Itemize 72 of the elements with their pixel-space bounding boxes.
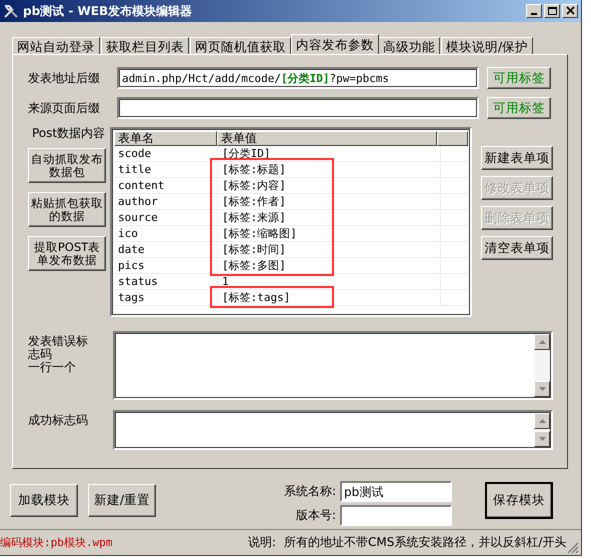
table-row[interactable]: author [标签:作者] xyxy=(114,194,468,210)
field-label: 版本号: xyxy=(295,507,336,524)
table-cell: ico xyxy=(114,226,218,241)
field-label: 成功标志码 xyxy=(28,414,89,427)
tab[interactable]: 网站自动登录 xyxy=(12,37,100,54)
action-button[interactable]: 提取POST表单发布数据 xyxy=(28,236,106,271)
action-button[interactable]: 加载模块 xyxy=(10,484,78,517)
table-row[interactable]: title [标签:标题] xyxy=(114,162,468,178)
table-cell: date xyxy=(114,242,218,257)
field-label: 系统名称: xyxy=(284,483,336,500)
action-button[interactable]: 新建表单项 xyxy=(481,146,553,170)
field-label: 来源页面后缀 xyxy=(28,100,101,116)
table-cell: scode xyxy=(114,146,218,161)
close-icon[interactable] xyxy=(562,4,578,18)
table-cell: [标签:tags] xyxy=(218,290,441,305)
status-text: 编码模块:pb模块.wpm xyxy=(0,534,114,550)
table-cell: [标签:多图] xyxy=(218,258,441,273)
action-button[interactable]: 粘贴抓包获取的数据 xyxy=(28,192,106,227)
table-row[interactable]: tags [标签:tags] xyxy=(114,290,468,306)
field-label: 发表地址后缀 xyxy=(28,70,101,86)
table-row[interactable]: status 1 xyxy=(114,274,468,290)
input-field[interactable]: pb测试 xyxy=(340,481,452,502)
field-label: 发表错误标志码 xyxy=(28,335,89,361)
resize-grip-icon[interactable] xyxy=(567,542,579,554)
section-label: Post数据内容 xyxy=(32,125,106,142)
tab[interactable]: 网页随机值获取 xyxy=(190,37,291,54)
scroll-up-icon[interactable] xyxy=(534,413,550,429)
scroll-down-icon[interactable] xyxy=(534,431,550,447)
scroll-down-icon[interactable] xyxy=(534,381,550,397)
input-field[interactable]: admin.php/Hct/add/mcode/[分类ID]?pw=pbcms xyxy=(117,67,479,89)
action-button[interactable]: 新建/重置 xyxy=(88,484,156,517)
table-row[interactable]: content [标签:内容] xyxy=(114,178,468,194)
table-cell: pics xyxy=(114,258,218,273)
input-field[interactable] xyxy=(340,505,452,526)
column-header[interactable] xyxy=(437,131,468,146)
scroll-up-icon[interactable] xyxy=(534,334,550,350)
table-cell: [标签:标题] xyxy=(218,162,441,177)
tab[interactable]: 获取栏目列表 xyxy=(101,37,189,54)
hint-text: 一行一个 xyxy=(28,361,77,374)
table-cell: [标签:内容] xyxy=(218,178,441,193)
tools-icon xyxy=(3,3,19,19)
table-cell: [标签:来源] xyxy=(218,210,441,225)
window-title: pb测试 - WEB发布模块编辑器 xyxy=(23,2,194,20)
table-row[interactable]: source [标签:来源] xyxy=(114,210,468,226)
table-cell: [标签:时间] xyxy=(218,242,441,257)
table-row[interactable]: pics [标签:多图] xyxy=(114,258,468,274)
maximize-icon[interactable] xyxy=(544,4,560,18)
tab[interactable]: 高级功能 xyxy=(378,37,440,54)
table-cell: title xyxy=(114,162,218,177)
table-cell: source xyxy=(114,210,218,225)
column-header[interactable]: 表单名 xyxy=(114,131,217,146)
table-cell: 1 xyxy=(218,274,441,289)
table-cell: content xyxy=(114,178,218,193)
text-area[interactable] xyxy=(113,331,553,400)
table-cell: [标签:作者] xyxy=(218,194,441,209)
table-cell: status xyxy=(114,274,218,289)
action-button[interactable]: 自动抓取发布数据包 xyxy=(28,148,106,183)
action-button[interactable]: 清空表单项 xyxy=(481,236,553,260)
minimize-icon[interactable] xyxy=(526,4,542,18)
tab[interactable]: 模块说明/保护 xyxy=(441,37,534,54)
table-cell: [标签:缩略图] xyxy=(218,226,441,241)
text-area[interactable] xyxy=(113,410,553,450)
status-text: 所有的地址不带CMS系统安装路径，并以反斜杠/开头 xyxy=(284,534,566,550)
save-button[interactable]: 保存模块 xyxy=(485,482,554,519)
column-header[interactable]: 表单值 xyxy=(216,131,438,146)
table-row[interactable]: ico [标签:缩略图] xyxy=(114,226,468,242)
table-cell: author xyxy=(114,194,218,209)
tab[interactable]: 内容发布参数 xyxy=(291,34,379,54)
table-row[interactable]: date [标签:时间] xyxy=(114,242,468,258)
status-label: 说明: xyxy=(248,534,276,550)
table-cell: tags xyxy=(114,290,218,305)
input-field[interactable] xyxy=(117,97,479,119)
